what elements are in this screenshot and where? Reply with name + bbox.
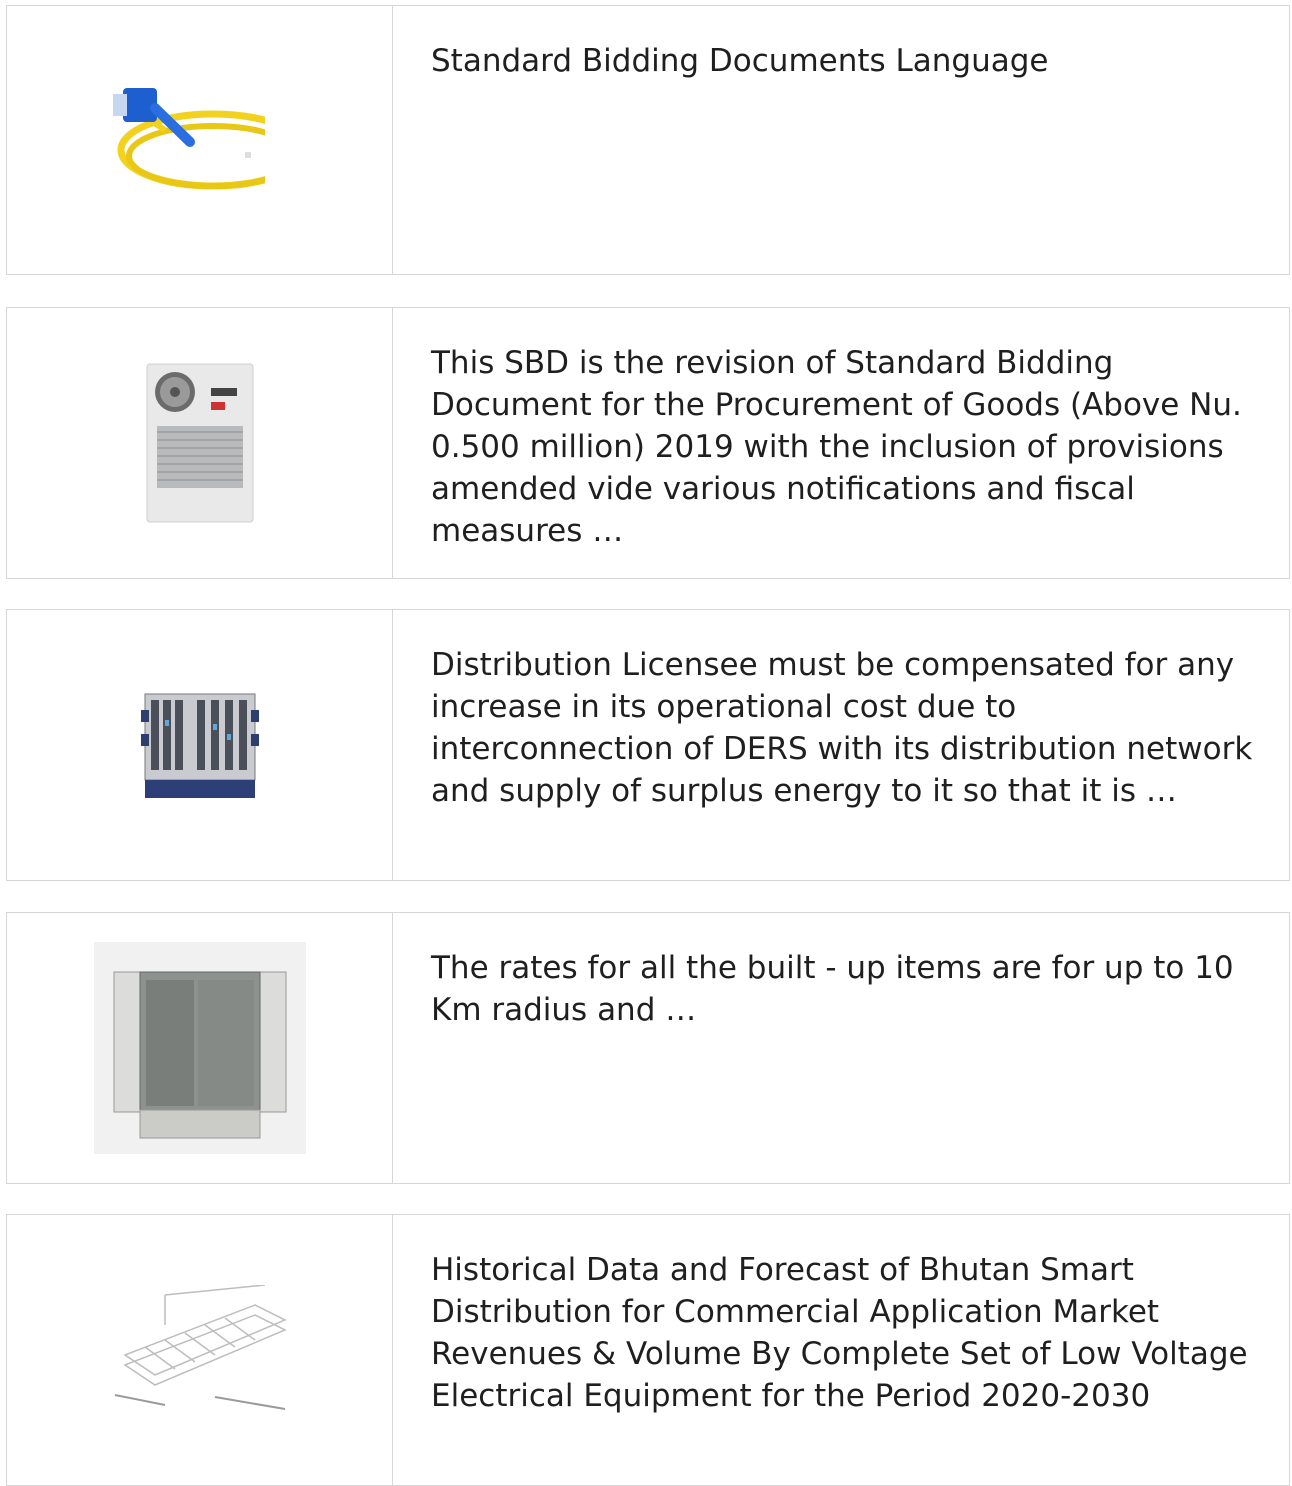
fiber-patch-cable-image[interactable] (7, 6, 393, 274)
result-description[interactable]: This SBD is the revision of Standard Bid… (431, 342, 1255, 552)
cabinet-air-conditioner-image[interactable] (7, 308, 393, 578)
result-description[interactable]: Standard Bidding Documents Language (431, 40, 1255, 82)
result-text-block: This SBD is the revision of Standard Bid… (393, 308, 1289, 578)
result-text-block: Distribution Licensee must be compensate… (393, 610, 1289, 880)
result-description[interactable]: Historical Data and Forecast of Bhutan S… (431, 1249, 1255, 1417)
result-text-block: The rates for all the built - up items a… (393, 913, 1289, 1183)
result-text-block: Historical Data and Forecast of Bhutan S… (393, 1215, 1289, 1485)
result-card[interactable]: Distribution Licensee must be compensate… (6, 609, 1290, 881)
result-card[interactable]: The rates for all the built - up items a… (6, 912, 1290, 1184)
result-card[interactable]: Historical Data and Forecast of Bhutan S… (6, 1214, 1290, 1486)
result-description[interactable]: The rates for all the built - up items a… (431, 947, 1255, 1031)
result-card[interactable]: Standard Bidding Documents Language (6, 5, 1290, 275)
result-description[interactable]: Distribution Licensee must be compensate… (431, 644, 1255, 812)
result-card[interactable]: This SBD is the revision of Standard Bid… (6, 307, 1290, 579)
result-text-block: Standard Bidding Documents Language (393, 6, 1289, 274)
outdoor-cabinet-image[interactable] (7, 913, 393, 1183)
wire-cable-tray-image[interactable] (7, 1215, 393, 1485)
telecom-chassis-image[interactable] (7, 610, 393, 880)
